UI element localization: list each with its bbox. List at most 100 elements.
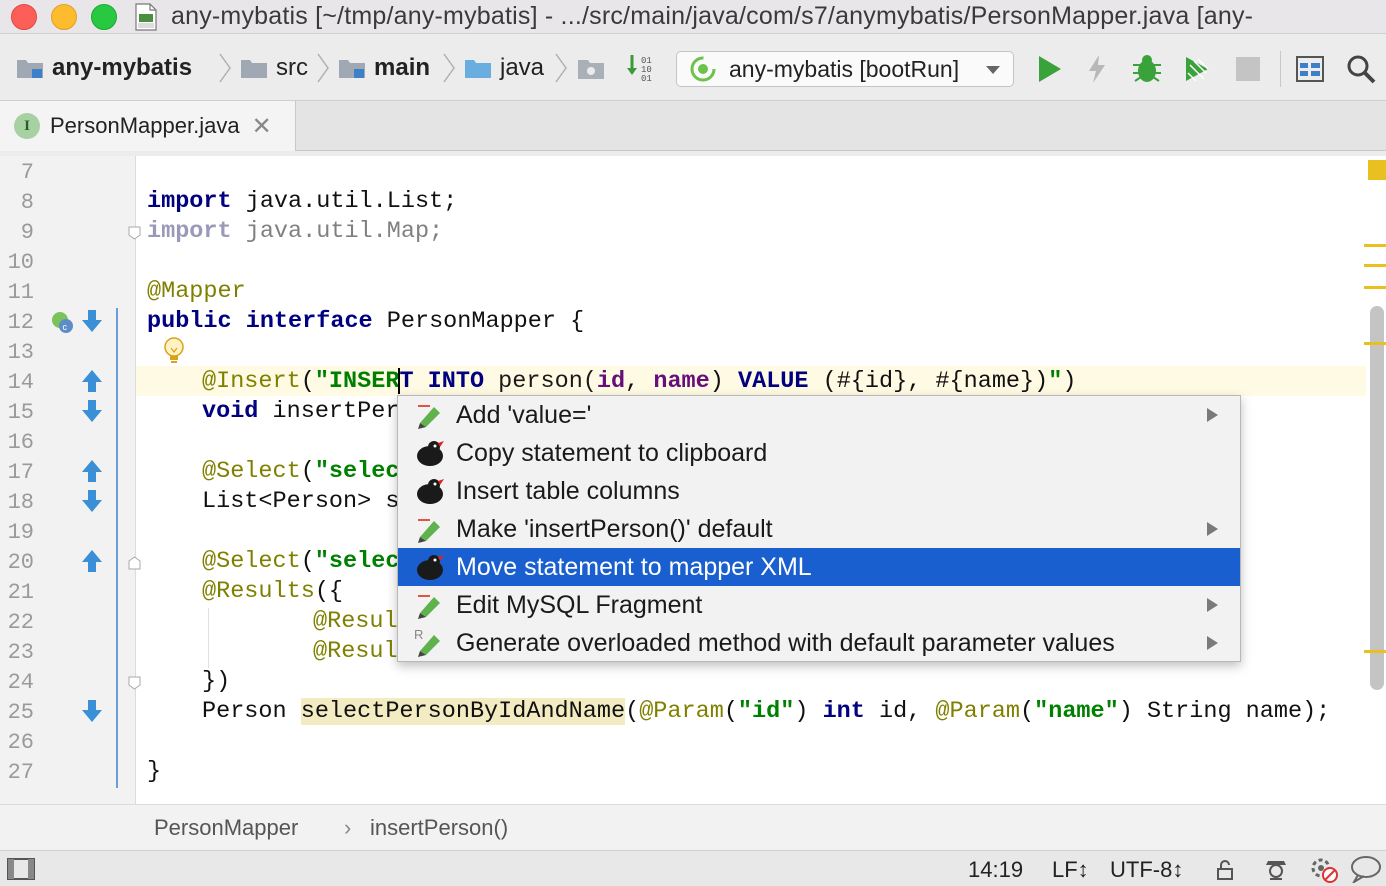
tab-person-mapper[interactable]: I PersonMapper.java ✕ bbox=[0, 101, 296, 151]
inspector-icon[interactable] bbox=[1262, 855, 1290, 883]
fold-marker-icon[interactable] bbox=[128, 226, 141, 240]
line-number: 16 bbox=[7, 430, 34, 455]
package-folder-icon[interactable] bbox=[576, 53, 610, 85]
intention-item-make-default[interactable]: Make 'insertPerson()' default bbox=[398, 510, 1240, 548]
code-line: public interface PersonMapper { bbox=[147, 308, 585, 335]
encoding-select[interactable]: UTF-8↕ bbox=[1110, 857, 1183, 883]
intention-item-label: Move statement to mapper XML bbox=[456, 552, 812, 581]
close-icon[interactable]: ✕ bbox=[252, 112, 272, 141]
java-file-icon bbox=[135, 3, 157, 31]
tab-label: PersonMapper.java bbox=[50, 113, 240, 138]
line-number: 18 bbox=[7, 490, 34, 515]
java-source-folder-icon bbox=[465, 60, 491, 78]
code-line: @Resul bbox=[313, 608, 398, 635]
inspection-status-icon[interactable] bbox=[1368, 160, 1386, 180]
intention-item-generate-overloaded[interactable]: R Generate overloaded method with defaul… bbox=[398, 624, 1240, 662]
implementation-bar bbox=[116, 308, 118, 788]
debug-icon[interactable] bbox=[1130, 53, 1164, 85]
implementation-down-arrow-icon[interactable] bbox=[80, 308, 104, 334]
hot-swap-icon[interactable] bbox=[1080, 53, 1114, 85]
nav-crumb-java[interactable]: java bbox=[464, 51, 544, 85]
code-line: @Select("selec bbox=[202, 458, 400, 485]
spring-boot-icon bbox=[690, 56, 716, 82]
implementation-down-arrow-icon[interactable] bbox=[80, 698, 104, 724]
navigate-up-arrow-icon[interactable] bbox=[80, 368, 104, 394]
run-icon[interactable] bbox=[1032, 53, 1066, 85]
nav-crumb-label: main bbox=[374, 54, 431, 81]
intention-actions-popup: Add 'value=' Copy statement to clipboard… bbox=[397, 395, 1241, 662]
nav-crumb-main[interactable]: main bbox=[338, 51, 430, 85]
code-line: import java.util.List; bbox=[147, 188, 458, 215]
run-with-coverage-icon[interactable] bbox=[1180, 53, 1214, 85]
line-separator-select[interactable]: LF↕ bbox=[1052, 857, 1089, 883]
spring-bean-icon[interactable]: c bbox=[50, 310, 74, 334]
error-stripe-marker[interactable] bbox=[1364, 650, 1386, 653]
intention-item-copy-statement[interactable]: Copy statement to clipboard bbox=[398, 434, 1240, 472]
tool-windows-toggle-icon[interactable] bbox=[6, 857, 36, 881]
intention-item-insert-columns[interactable]: Insert table columns bbox=[398, 472, 1240, 510]
run-configuration-select[interactable]: any-mybatis [bootRun] bbox=[676, 51, 1014, 87]
stop-icon[interactable] bbox=[1232, 53, 1266, 85]
crumb-separator-icon bbox=[219, 53, 231, 83]
intention-item-label: Make 'insertPerson()' default bbox=[456, 514, 773, 543]
navigate-up-arrow-icon[interactable] bbox=[80, 458, 104, 484]
lock-icon[interactable] bbox=[1214, 859, 1236, 881]
nav-crumb-label: src bbox=[276, 54, 308, 81]
nav-crumb-label: any-mybatis bbox=[52, 54, 193, 81]
nav-crumb-project[interactable]: any-mybatis bbox=[16, 51, 192, 85]
nav-crumb-src[interactable]: src bbox=[240, 51, 308, 85]
error-stripe-marker[interactable] bbox=[1364, 342, 1386, 345]
submenu-arrow-icon bbox=[1207, 522, 1218, 536]
line-number: 12 bbox=[7, 310, 34, 335]
chevron-down-icon bbox=[986, 66, 1000, 74]
line-number: 7 bbox=[20, 160, 34, 185]
error-stripe-marker[interactable] bbox=[1364, 264, 1386, 267]
vertical-scrollbar-thumb[interactable] bbox=[1370, 306, 1384, 690]
lightbulb-icon[interactable] bbox=[162, 336, 186, 366]
line-number: 27 bbox=[7, 760, 34, 785]
breadcrumb-item-class[interactable]: PersonMapper bbox=[154, 815, 298, 841]
caret-position[interactable]: 14:19 bbox=[968, 857, 1023, 883]
mybatis-bird-icon bbox=[417, 555, 444, 580]
breadcrumb-item-method[interactable]: insertPerson() bbox=[370, 815, 508, 841]
line-number: 20 bbox=[7, 550, 34, 575]
line-number: 24 bbox=[7, 670, 34, 695]
toolbar-divider bbox=[1280, 51, 1281, 87]
error-stripe-marker[interactable] bbox=[1364, 286, 1386, 289]
indent-guide bbox=[208, 608, 209, 668]
run-configuration-label: any-mybatis [bootRun] bbox=[729, 55, 960, 82]
error-stripe-marker[interactable] bbox=[1364, 244, 1386, 247]
code-line: @Resul bbox=[313, 638, 398, 665]
window-close-button[interactable] bbox=[11, 4, 37, 30]
implementation-down-arrow-icon[interactable] bbox=[80, 488, 104, 514]
submenu-arrow-icon bbox=[1207, 408, 1218, 422]
folder-icon bbox=[241, 60, 267, 78]
line-number: 14 bbox=[7, 370, 34, 395]
navigate-up-arrow-icon[interactable] bbox=[80, 548, 104, 574]
intention-item-move-to-xml[interactable]: Move statement to mapper XML bbox=[398, 548, 1240, 586]
pencil-icon bbox=[418, 405, 440, 429]
editor-tab-bar: I PersonMapper.java ✕ bbox=[0, 101, 1386, 151]
build-icon[interactable]: 01 10 01 bbox=[624, 53, 658, 85]
crumb-separator-icon bbox=[317, 53, 329, 83]
window-zoom-button[interactable] bbox=[91, 4, 117, 30]
fold-marker-icon[interactable] bbox=[128, 556, 141, 570]
breadcrumb-separator: › bbox=[344, 815, 352, 840]
crumb-separator-icon bbox=[443, 53, 455, 83]
project-structure-icon[interactable] bbox=[1294, 53, 1328, 85]
settings-icon[interactable] bbox=[1308, 855, 1338, 883]
code-line: import java.util.Map; bbox=[147, 218, 444, 245]
code-line-current: @Insert("INSERT INTO person(id, name) VA… bbox=[202, 367, 1077, 395]
mybatis-bird-icon bbox=[417, 479, 444, 504]
line-number: 8 bbox=[20, 190, 34, 215]
fold-marker-icon[interactable] bbox=[128, 676, 141, 690]
intention-item-label: Copy statement to clipboard bbox=[456, 438, 768, 467]
event-log-icon[interactable] bbox=[1350, 855, 1382, 883]
line-number: 23 bbox=[7, 640, 34, 665]
search-icon[interactable] bbox=[1344, 53, 1378, 85]
window-minimize-button[interactable] bbox=[51, 4, 77, 30]
intention-item-edit-mysql[interactable]: Edit MySQL Fragment bbox=[398, 586, 1240, 624]
intention-item-add-value[interactable]: Add 'value=' bbox=[398, 396, 1240, 434]
implementation-down-arrow-icon[interactable] bbox=[80, 398, 104, 424]
window-title: any-mybatis [~/tmp/any-mybatis] - .../sr… bbox=[171, 2, 1254, 30]
